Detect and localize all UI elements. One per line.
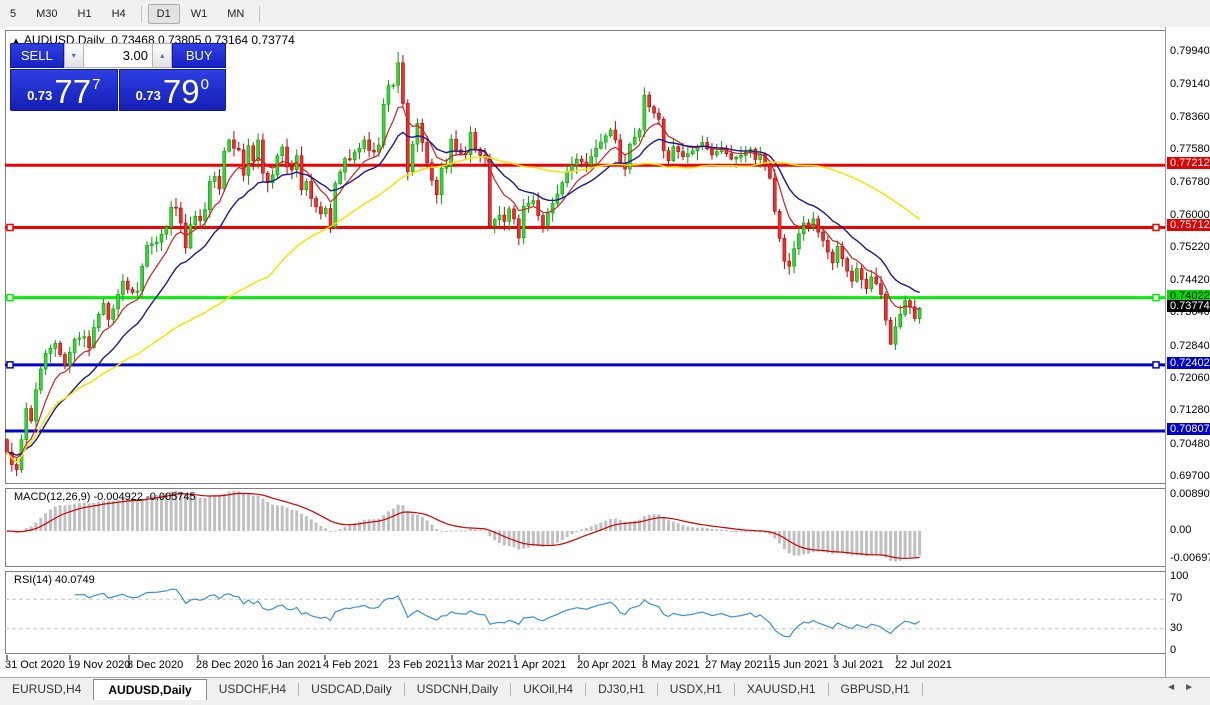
date-axis-label[interactable]: 16 Jan 2021 (261, 659, 322, 671)
price-axis-label[interactable]: 0.72840 (1170, 340, 1210, 352)
buy-price-small: 0.73 (136, 88, 161, 103)
price-axis-label[interactable]: 0.74420 (1170, 274, 1210, 286)
macd-indicator-label: MACD(12,26,9) -0.004922 -0.005745 (14, 491, 196, 503)
price-line-badge: 0.77212 (1167, 157, 1210, 169)
buy-price-pip: 0 (201, 76, 209, 93)
rsi-indicator-label: RSI(14) 40.0749 (14, 574, 95, 586)
price-axis-label[interactable]: 0.70480 (1170, 438, 1210, 450)
one-click-trade-panel: SELL ▾ ▴ BUY 0.73 77 7 0.73 79 0 (10, 43, 226, 111)
rsi-scale-label[interactable]: 30 (1170, 622, 1182, 634)
chart-tab-usdx[interactable]: USDX,H1 (658, 679, 734, 699)
macd-scale-label[interactable]: 0.008903 (1170, 488, 1210, 500)
price-axis-label[interactable]: 0.72060 (1170, 372, 1210, 384)
timeframe-button-h4[interactable]: H4 (103, 4, 135, 24)
macd-scale-label[interactable]: -0.006977 (1170, 552, 1210, 564)
price-axis-label[interactable]: 0.79140 (1170, 78, 1210, 90)
price-axis-label[interactable]: 0.71280 (1170, 404, 1210, 416)
timeframe-button-h1[interactable]: H1 (69, 4, 101, 24)
sell-button[interactable]: SELL (10, 43, 64, 68)
date-axis-label[interactable]: 1 Apr 2021 (513, 659, 566, 671)
date-axis-label[interactable]: 22 Jul 2021 (895, 659, 952, 671)
date-axis-label[interactable]: 27 May 2021 (705, 659, 769, 671)
timeframe-button-m30[interactable]: M30 (27, 4, 66, 24)
volume-input[interactable] (84, 43, 152, 68)
price-axis-label[interactable]: 0.78360 (1170, 111, 1210, 123)
date-axis-label[interactable]: 20 Apr 2021 (577, 659, 636, 671)
price-axis-label[interactable]: 0.79940 (1170, 45, 1210, 57)
price-line-badge: 0.70807 (1167, 423, 1210, 435)
price-axis-label[interactable]: 0.77580 (1170, 143, 1210, 155)
rsi-scale-label[interactable]: 0 (1170, 644, 1176, 656)
price-line-badge: 0.73774 (1167, 300, 1210, 312)
date-axis-label[interactable]: 31 Oct 2020 (5, 659, 65, 671)
date-axis-label[interactable]: 3 Jul 2021 (833, 659, 884, 671)
price-axis-label[interactable]: 0.75220 (1170, 241, 1210, 253)
timeframe-button-mn[interactable]: MN (218, 4, 253, 24)
timeframe-toolbar: 5M30H1H4 D1W1MN (0, 0, 1210, 28)
macd-scale-label[interactable]: 0.00 (1170, 524, 1191, 536)
price-line-badge: 0.75712 (1167, 219, 1210, 231)
chart-tab-ukoil[interactable]: UKOil,H4 (511, 679, 585, 699)
toolbar-separator (141, 6, 142, 22)
date-axis-label[interactable]: 4 Feb 2021 (323, 659, 379, 671)
chart-tab-audusd[interactable]: AUDUSD,Daily (93, 679, 206, 700)
tab-scroll-arrows[interactable]: ◄► (1166, 678, 1210, 693)
sell-price-big: 77 (54, 77, 91, 107)
chart-tab-gbpusd[interactable]: GBPUSD,H1 (829, 679, 922, 699)
timeframe-button-5[interactable]: 5 (1, 4, 25, 24)
sell-price-pip: 7 (92, 76, 100, 93)
rsi-scale-label[interactable]: 100 (1170, 570, 1188, 582)
price-line-badge: 0.72402 (1167, 357, 1210, 369)
chart-tab-bar: EURUSD,H4AUDUSD,DailyUSDCHF,H4USDCAD,Dai… (0, 677, 1210, 705)
date-axis-label[interactable]: 13 Mar 2021 (450, 659, 512, 671)
sell-price-small: 0.73 (27, 88, 52, 103)
chart-tab-dj30[interactable]: DJ30,H1 (586, 679, 657, 699)
price-axis-label[interactable]: 0.69700 (1170, 470, 1210, 482)
buy-button[interactable]: BUY (172, 43, 226, 68)
date-axis-label[interactable]: 8 Dec 2020 (127, 659, 183, 671)
chart-tab-usdcnh[interactable]: USDCNH,Daily (405, 679, 510, 699)
trading-terminal-window: 5M30H1H4 D1W1MN ▲AUDUSD,Daily 0.73468 0.7… (0, 0, 1210, 705)
buy-price-big: 79 (163, 77, 200, 107)
date-axis-label[interactable]: 19 Nov 2020 (68, 659, 130, 671)
date-axis-label[interactable]: 28 Dec 2020 (196, 659, 258, 671)
chart-svg[interactable] (0, 27, 1210, 705)
chart-tab-eurusd[interactable]: EURUSD,H4 (0, 679, 93, 699)
chart-canvas[interactable]: ▲AUDUSD,Daily 0.73468 0.73805 0.73164 0.… (0, 27, 1210, 705)
date-axis-label[interactable]: 15 Jun 2021 (768, 659, 829, 671)
timeframe-button-d1[interactable]: D1 (148, 4, 180, 24)
chart-tab-usdcad[interactable]: USDCAD,Daily (299, 679, 404, 699)
volume-decrease-button[interactable]: ▾ (64, 43, 84, 68)
tab-separator (922, 683, 923, 696)
chart-tab-xauusd[interactable]: XAUUSD,H1 (735, 679, 828, 699)
volume-increase-button[interactable]: ▴ (152, 43, 172, 68)
rsi-scale-label[interactable]: 70 (1170, 592, 1182, 604)
chart-tab-usdchf[interactable]: USDCHF,H4 (207, 679, 298, 699)
timeframe-button-w1[interactable]: W1 (182, 4, 217, 24)
date-axis-label[interactable]: 23 Feb 2021 (388, 659, 450, 671)
sell-price-display[interactable]: 0.73 77 7 (10, 69, 118, 111)
buy-price-display[interactable]: 0.73 79 0 (119, 69, 227, 111)
date-axis-label[interactable]: 8 May 2021 (642, 659, 699, 671)
toolbar-separator (259, 6, 260, 22)
price-axis-label[interactable]: 0.76780 (1170, 176, 1210, 188)
